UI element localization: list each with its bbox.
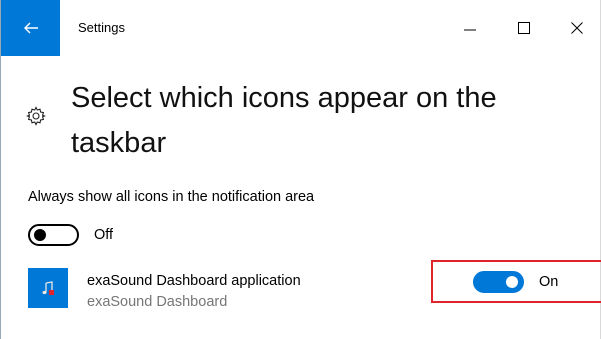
app-toggle[interactable] (473, 271, 524, 293)
minimize-button[interactable] (447, 10, 493, 46)
always-show-toggle[interactable] (28, 224, 79, 246)
always-show-state: Off (94, 227, 114, 243)
gear-icon (26, 106, 46, 126)
list-item: exaSound Dashboard application exaSound … (28, 260, 601, 315)
close-button[interactable] (554, 10, 600, 46)
app-toggle-state: On (539, 274, 559, 290)
title-bar: Settings (1, 0, 600, 56)
toggle-knob (506, 276, 518, 288)
app-name: exaSound Dashboard application (87, 273, 301, 289)
window-title: Settings (78, 20, 125, 35)
back-arrow-icon (23, 22, 38, 34)
settings-window: Settings Select which icons appear on th… (0, 0, 601, 339)
music-note-icon (42, 281, 54, 295)
maximize-icon (518, 22, 530, 34)
always-show-toggle-row: Off (28, 224, 113, 246)
always-show-label: Always show all icons in the notificatio… (28, 189, 315, 205)
app-icon (28, 268, 68, 308)
toggle-knob (34, 229, 46, 241)
close-icon (571, 22, 583, 34)
back-button[interactable] (1, 0, 60, 56)
app-toggle-row: On (473, 271, 558, 293)
page-title: Select which icons appear on the taskbar (71, 82, 497, 159)
app-publisher: exaSound Dashboard (87, 294, 228, 310)
maximize-button[interactable] (501, 10, 547, 46)
minimize-icon (464, 29, 476, 31)
